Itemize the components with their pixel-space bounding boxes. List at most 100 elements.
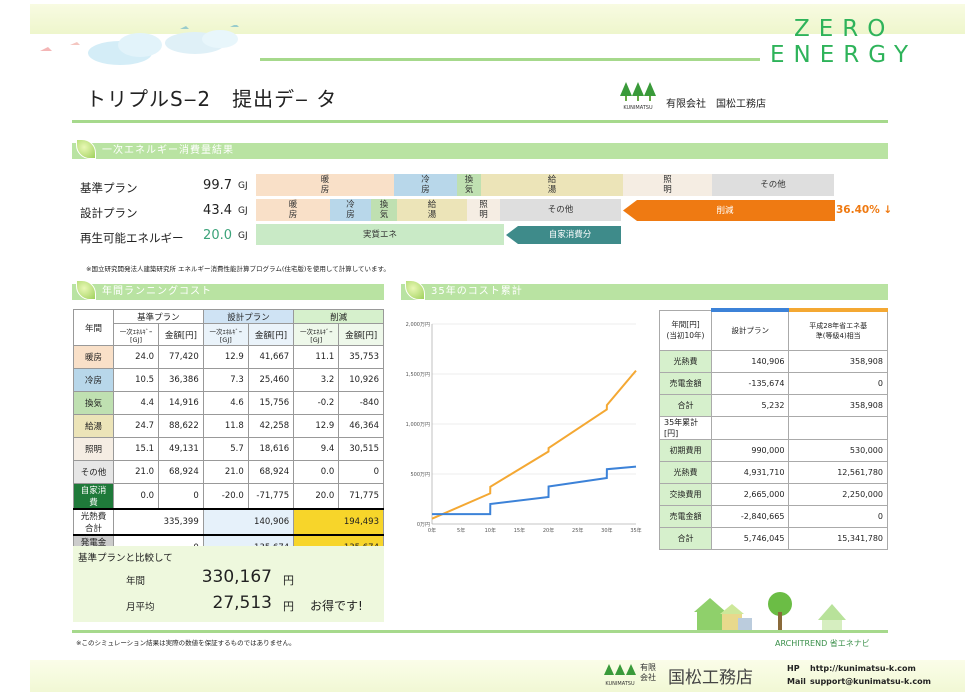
monthly-savings: 27,513 [212,593,272,613]
houses-illustration [694,592,846,630]
cost35-chart: 0万円500万円1,000万円1,500万円2,000万円0年 5年 10年 15年 2… [406,322,642,534]
yen-unit: 円 [283,574,294,587]
yen-unit: 円 [283,600,294,613]
x-tick-label: 15年 [514,527,525,534]
svg-text:KUNIMATSU: KUNIMATSU [623,105,653,110]
running-cost-table: 年間 基準プラン 設計プラン 削減 一次ｴﾈﾙｷﾞｰ [GJ] 金額[円] 一次ｴ… [73,309,384,561]
x-tick-label: 10年 [485,527,496,534]
y-tick-label: 2,000万円 [406,322,430,328]
table-row: 暖房 24.0 77,420 12.9 41,667 11.1 35,753 [73,345,384,369]
bar-water: 給 湯 [397,199,467,221]
table-row: 光熱費 4,931,710 12,561,780 [659,460,888,484]
calc-note: ※国立研究開発法人建築研究所 エネルギー消費性能計算プログラム(住宅版)を使用し… [86,265,390,273]
col-group-reduce: 削減 [293,309,384,324]
bar-light: 照 明 [623,174,712,196]
cost35-table: 年間[円] (当初10年) 設計プラン 平成28年省エネ基 準(等級4)相当 光… [659,308,888,550]
mail-link[interactable]: support@kunimatsu-k.com [810,677,931,686]
table-row: 交換費用 2,665,000 2,250,000 [659,482,888,506]
standard-plan-label: 基準プラン [80,181,138,195]
unit-label: GJ [238,206,248,216]
standard-plan-value: 99.7 [203,178,232,193]
table-row: 自家消費 0.0 0 -20.0 -71,775 20.0 71,775 [73,483,384,510]
top-rule [260,58,760,61]
table-row: 冷房 10.5 36,386 7.3 25,460 3.2 10,926 [73,368,384,392]
y-tick-label: 1,000万円 [406,422,430,428]
cost35-header: 35年のコスト累計 [401,284,888,300]
table-row: 換気 4.4 14,916 4.6 15,756 -0.2 -840 [73,391,384,415]
col-group-standard: 基準プラン [113,309,204,324]
comparison-title: 基準プランと比較して [78,553,173,564]
navi-credit: ARCHITREND 省エネナビ [775,639,870,648]
total-row: 光熱費合計 335,399 140,906 194,493 [73,508,384,536]
bar-net-energy: 実質エネ [256,224,504,245]
svg-text:KUNIMATSU: KUNIMATSU [605,681,635,687]
year-label: 年間 [73,309,114,346]
table-row: 35年累計[円] [659,415,888,440]
x-tick-label: 35年 [630,527,641,534]
col-amount: 金額[円] [338,323,384,346]
bar-vent: 換 気 [457,174,481,196]
head-design: 設計プラン [710,308,790,351]
zero-energy-logo: ZERO ENERGY [770,16,917,68]
annual-label: 年間 [126,576,146,587]
page-title: トリプルS‒2 提出デ‒ タ [86,87,338,111]
mail-label: Mail [787,677,806,686]
design-plan-label: 設計プラン [80,206,138,220]
design-plan-value: 43.4 [203,203,232,218]
monthly-label: 月平均 [126,602,155,613]
disclaimer: ※このシミュレーション結果は実際の数値を保証するものではありません。 [76,639,296,647]
company-name: 有限会社 国松工務店 [666,99,766,110]
head-standard: 平成28年省エネ基 準(等級4)相当 [788,308,888,351]
bar-heat: 暖 房 [256,199,330,221]
bottom-rule [72,630,888,633]
renewable-value: 20.0 [203,228,232,243]
company-type: 有限 会社 [640,663,656,682]
energy-section-header: 一次エネルギー消費量結果 [72,143,888,159]
bar-other: その他 [500,199,621,221]
col-energy: 一次ｴﾈﾙｷﾞｰ [GJ] [202,323,249,346]
footer-company-name: 国松工務店 [668,668,753,688]
table-row: 照明 15.1 49,131 5.7 18,616 9.4 30,515 [73,437,384,461]
head-year: 年間[円] (当初10年) [659,309,712,351]
series-line-0 [431,369,637,520]
savings-tagline: お得です! [310,599,363,613]
y-tick-label: 1,500万円 [406,372,430,378]
table-row: その他 21.0 68,924 21.0 68,924 0.0 0 [73,460,384,484]
table-row: 売電金額 -135,674 0 [659,371,888,395]
col-amount: 金額[円] [158,323,204,346]
bar-other: その他 [712,174,834,196]
hp-link[interactable]: http://kunimatsu-k.com [810,664,916,673]
renewable-label: 再生可能エネルギー [80,231,184,245]
title-rule [72,120,888,123]
table-row: 初期費用 990,000 530,000 [659,438,888,462]
company-logo-icon: KUNIMATSU [604,664,636,687]
table-row: 光熱費 140,906 358,908 [659,349,888,373]
bar-light: 照 明 [467,199,500,221]
annual-savings: 330,167 [201,567,272,587]
company-logo-icon: KUNIMATSU [620,82,656,110]
bar-heat: 暖 房 [256,174,394,196]
hp-label: HP [787,664,800,673]
x-tick-label: 5年 [457,527,465,534]
table-row: 合計 5,746,045 15,341,780 [659,526,888,550]
clouds-illustration [40,25,239,65]
x-tick-label: 0年 [428,527,436,534]
reduction-label: 削減 [716,205,734,216]
running-cost-header: 年間ランニングコスト [72,284,384,300]
unit-label: GJ [238,231,248,241]
self-use-label: 自家消費分 [548,230,592,240]
table-row: 合計 5,232 358,908 [659,393,888,417]
bar-cool: 冷 房 [330,199,371,221]
col-group-design: 設計プラン [202,309,295,324]
col-amount: 金額[円] [247,323,295,346]
x-tick-label: 30年 [601,527,612,534]
table-row: 給湯 24.7 88,622 11.8 42,258 12.9 46,364 [73,414,384,438]
reduction-percent: 36.40% ↓ [836,204,893,216]
col-energy: 一次ｴﾈﾙｷﾞｰ [GJ] [293,323,340,346]
col-energy: 一次ｴﾈﾙｷﾞｰ [GJ] [112,323,160,346]
x-tick-label: 20年 [543,527,554,534]
unit-label: GJ [238,181,248,191]
bar-cool: 冷 房 [394,174,457,196]
table-row: 売電金額 -2,840,665 0 [659,504,888,528]
bar-water: 給 湯 [481,174,623,196]
